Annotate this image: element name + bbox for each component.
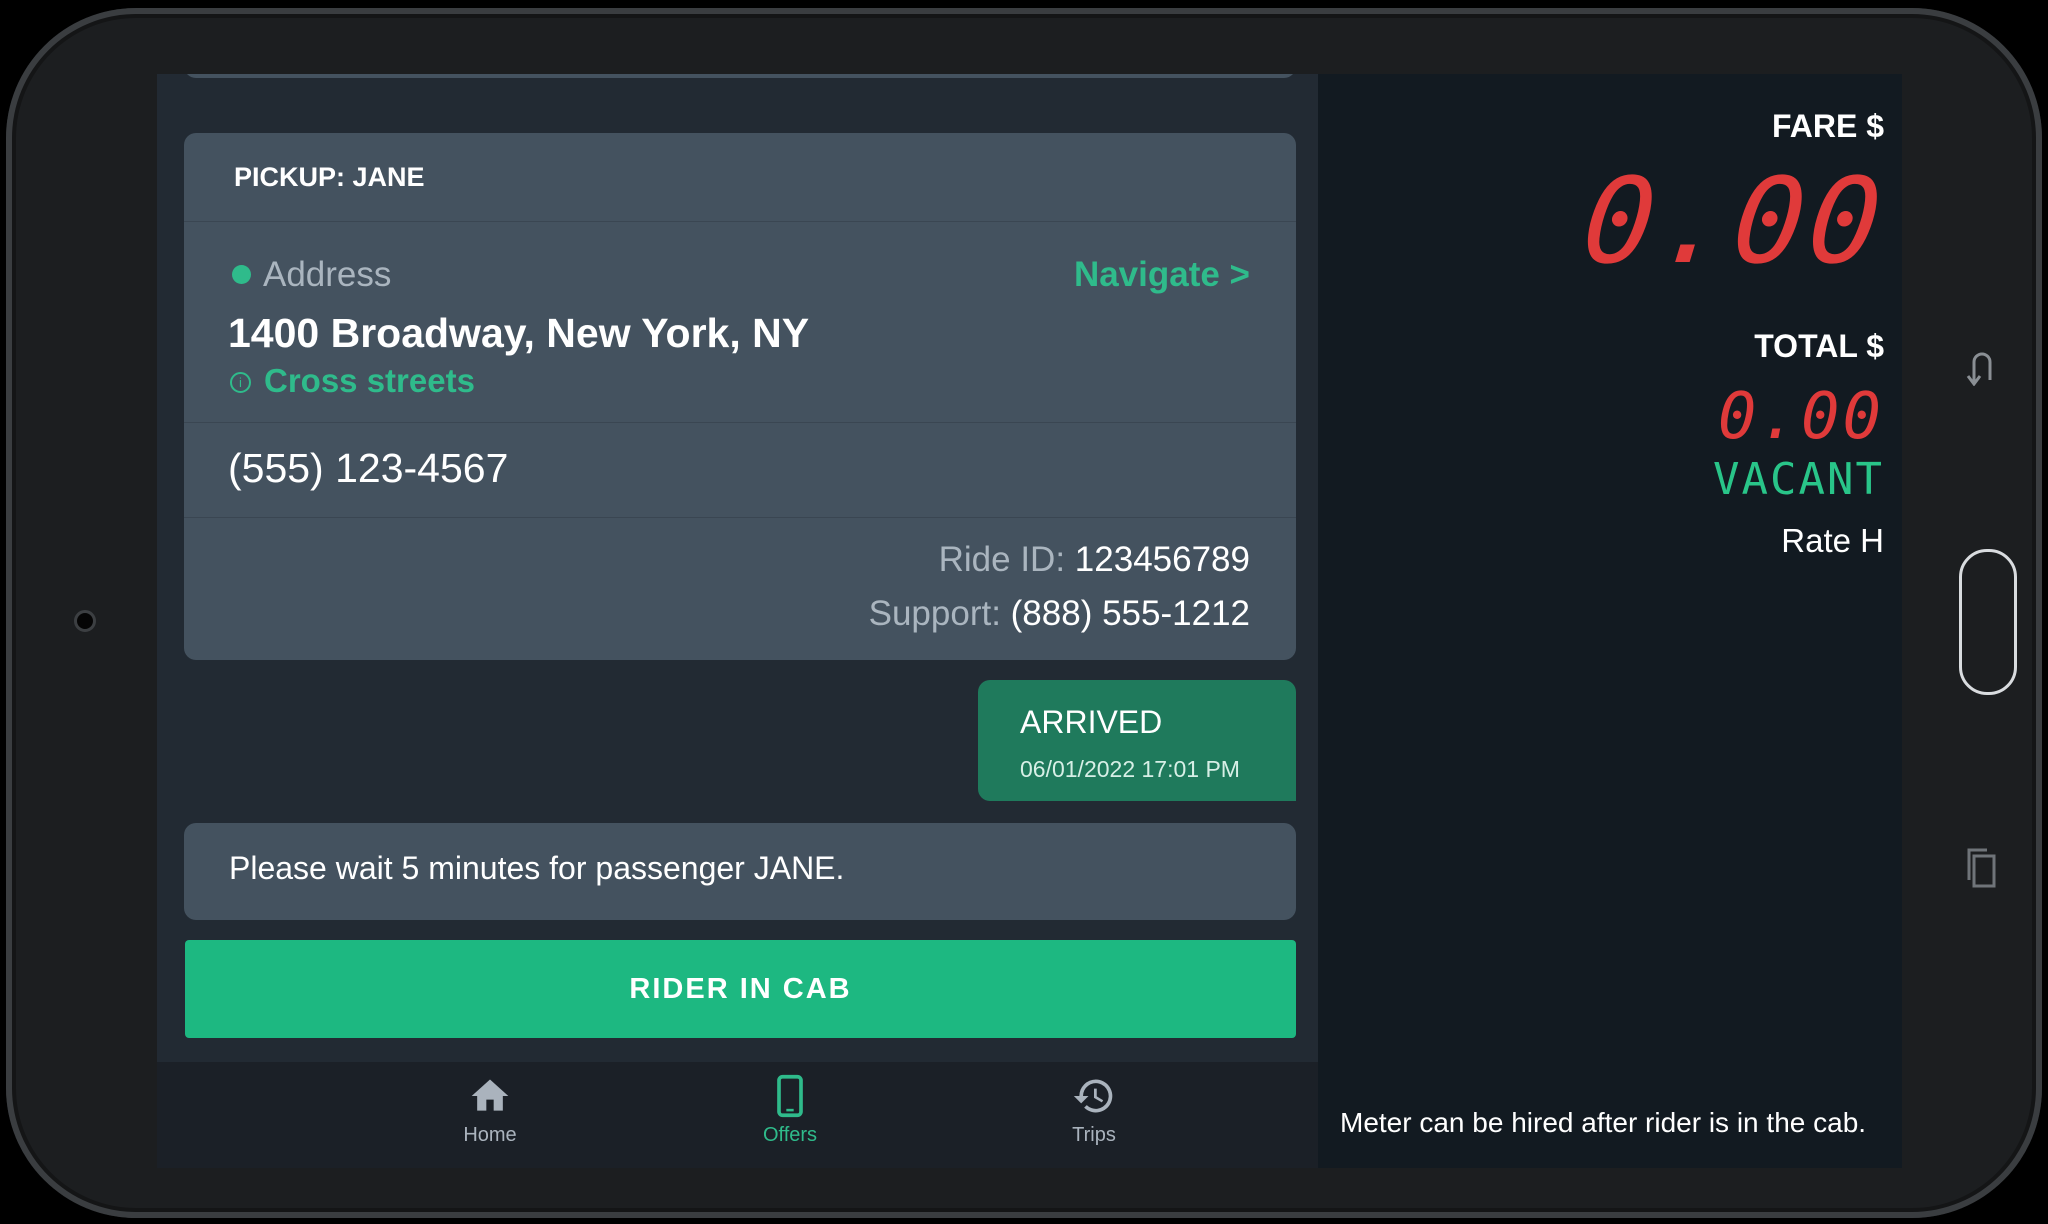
nav-home[interactable]: Home (390, 1062, 590, 1147)
fare-label: FARE $ (1771, 108, 1884, 144)
arrived-status-bubble: ARRIVED 06/01/2022 17:01 PM (978, 680, 1296, 801)
wait-message-card: Please wait 5 minutes for passenger JANE… (184, 823, 1296, 920)
ride-id: Ride ID: 123456789 (939, 540, 1250, 580)
ride-id-value: 123456789 (1074, 540, 1250, 579)
support-phone[interactable]: (888) 555-1212 (1011, 594, 1250, 633)
fare-value: 0.00 (1576, 152, 1892, 290)
arrived-timestamp: 06/01/2022 17:01 PM (1020, 756, 1240, 782)
nav-offers[interactable]: Offers (690, 1062, 890, 1147)
navigate-link[interactable]: Navigate > (1074, 255, 1250, 295)
total-label: TOTAL $ (1754, 328, 1884, 364)
bottom-nav: Home Offers Trips (157, 1062, 1318, 1168)
meter-status: VACANT (1713, 454, 1884, 505)
camera (74, 610, 96, 632)
meter-rate: Rate H (1781, 522, 1884, 559)
rider-in-cab-button[interactable]: RIDER IN CAB (185, 940, 1296, 1038)
tablet-frame: PICKUP: JANE Address Navigate > 1400 Bro… (6, 8, 2042, 1218)
pickup-header: PICKUP: JANE (184, 133, 1296, 222)
history-icon (1073, 1079, 1113, 1113)
home-button[interactable] (1959, 549, 2017, 695)
previous-card (184, 74, 1296, 78)
ride-info: Ride ID: 123456789 Support: (888) 555-12… (184, 518, 1296, 658)
wait-message: Please wait 5 minutes for passenger JANE… (229, 850, 845, 886)
info-icon[interactable]: i (230, 372, 251, 393)
recent-apps-icon[interactable] (1966, 846, 1998, 890)
address-block: Address Navigate > 1400 Broadway, New Yo… (184, 222, 1296, 423)
cross-streets-link[interactable]: Cross streets (264, 362, 475, 400)
meter-note: Meter can be hired after rider is in the… (1340, 1107, 1867, 1138)
phone-icon (777, 1074, 803, 1118)
rider-phone[interactable]: (555) 123-4567 (228, 445, 508, 492)
driver-app: PICKUP: JANE Address Navigate > 1400 Bro… (157, 74, 1318, 1168)
support-line: Support: (888) 555-1212 (869, 594, 1250, 634)
home-icon (471, 1079, 509, 1111)
address-label: Address (263, 255, 392, 294)
nav-trips[interactable]: Trips (994, 1062, 1194, 1147)
screen: PICKUP: JANE Address Navigate > 1400 Bro… (157, 74, 1902, 1168)
phone-block: (555) 123-4567 (184, 423, 1296, 518)
nav-home-label: Home (463, 1124, 517, 1146)
address-dot-icon (232, 265, 251, 284)
total-value: 0.00 (1717, 380, 1884, 454)
taxi-meter-panel: FARE $ 0.00 TOTAL $ 0.00 VACANT Rate H M… (1318, 74, 1902, 1168)
ride-id-label: Ride ID: (938, 540, 1066, 579)
support-label: Support: (868, 594, 1001, 633)
pickup-address: 1400 Broadway, New York, NY (228, 310, 810, 356)
nav-trips-label: Trips (1072, 1124, 1116, 1146)
nav-offers-label: Offers (762, 1124, 818, 1146)
back-icon[interactable] (1966, 348, 1994, 386)
arrived-title: ARRIVED (1020, 704, 1163, 740)
pickup-card: PICKUP: JANE Address Navigate > 1400 Bro… (184, 133, 1296, 660)
